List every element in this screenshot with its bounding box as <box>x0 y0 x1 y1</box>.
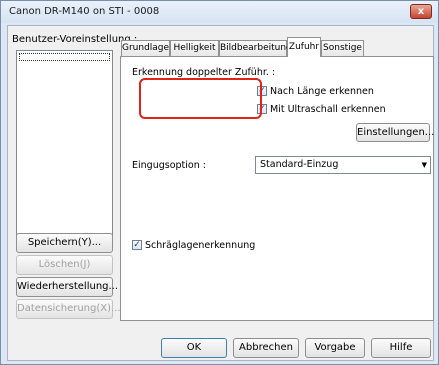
dialog-window: Canon DR-M140 on STI - 0008 x Benutzer-V… <box>0 0 439 365</box>
length-detect-label: Nach Länge erkennen <box>270 86 374 97</box>
highlight-box <box>139 78 262 119</box>
help-button[interactable]: Hilfe <box>371 338 431 358</box>
window-title: Canon DR-M140 on STI - 0008 <box>9 6 160 17</box>
preset-list-focus-item[interactable] <box>19 53 110 61</box>
feeding-option-value: Standard-Einzug <box>260 159 339 170</box>
double-feed-label: Erkennung doppelter Zuführ. : <box>132 67 276 78</box>
tab-grundlage[interactable]: Grundlage <box>121 40 170 56</box>
title-bar: Canon DR-M140 on STI - 0008 x <box>1 1 438 23</box>
tab-helligkeit[interactable]: Helligkeit <box>170 40 219 56</box>
tab-sonstige[interactable]: Sonstige <box>321 40 364 56</box>
default-button[interactable]: Vorgabe <box>305 338 365 358</box>
chevron-down-icon: ▼ <box>421 161 427 169</box>
feeding-option-select[interactable]: Standard-Einzug ▼ <box>255 156 431 174</box>
restore-button[interactable]: Wiederherstellung... <box>16 277 118 297</box>
close-button[interactable]: x <box>410 4 432 19</box>
settings-button[interactable]: Einstellungen... <box>356 123 434 142</box>
skew-detect-checkbox[interactable]: ✓ <box>132 240 142 250</box>
tab-zufuhr[interactable]: Zufuhr <box>287 37 321 57</box>
save-preset-button[interactable]: Speichern(Y)... <box>16 233 113 253</box>
skew-detect-label: Schräglagenerkennung <box>145 240 256 251</box>
cancel-button[interactable]: Abbrechen <box>233 338 299 358</box>
backup-button: Datensicherung(X)... <box>16 299 121 319</box>
tab-bildbearbeitung[interactable]: Bildbearbeitung <box>219 40 292 56</box>
feeding-option-label: Eingugsoption : <box>132 160 206 171</box>
ultrasonic-detect-label: Mit Ultraschall erkennen <box>270 104 386 115</box>
delete-preset-button: Löschen(J) <box>16 255 113 275</box>
preset-label: Benutzer-Voreinstellung : <box>12 34 138 45</box>
dialog-body: Benutzer-Voreinstellung : Speichern(Y)..… <box>7 25 434 361</box>
preset-list[interactable] <box>16 50 113 246</box>
ok-button[interactable]: OK <box>161 338 227 358</box>
